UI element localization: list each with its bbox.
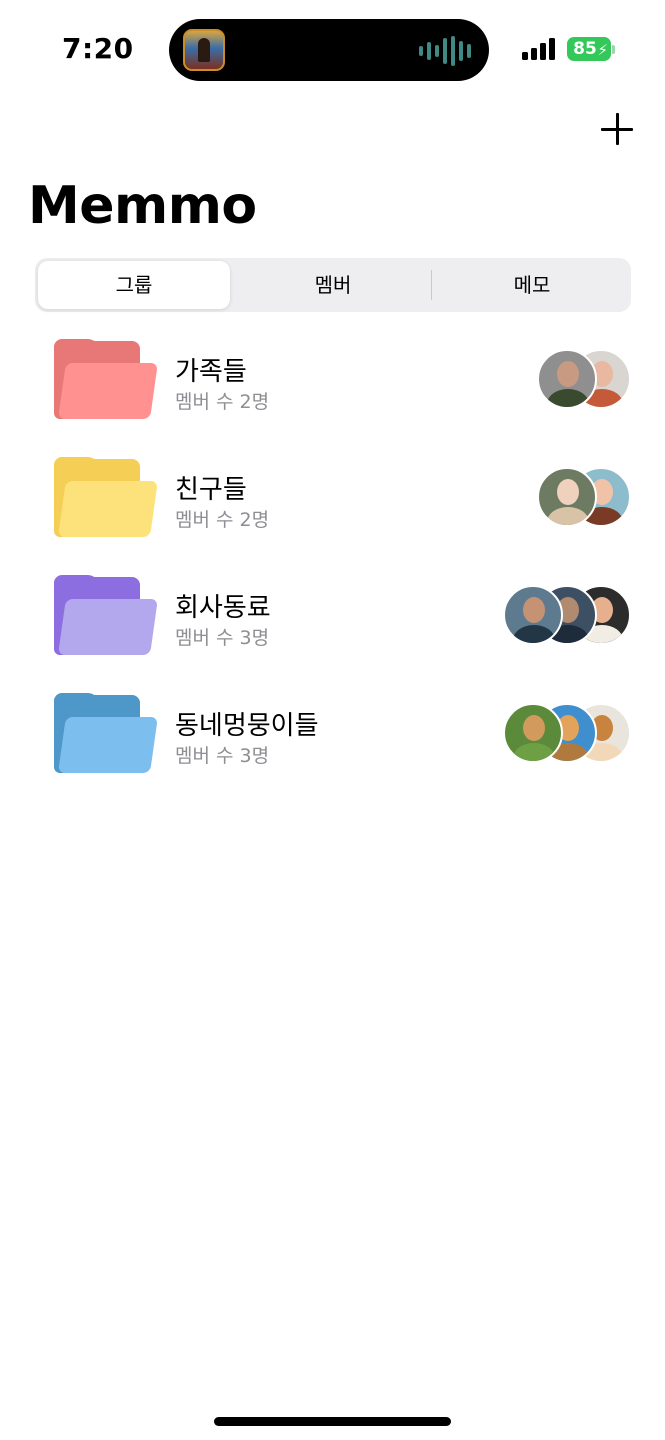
avatar bbox=[537, 467, 597, 527]
folder-icon bbox=[54, 457, 158, 539]
status-time: 7:20 bbox=[62, 32, 134, 65]
group-name: 가족들 bbox=[175, 357, 247, 387]
group-member-count: 멤버 수 3명 bbox=[175, 745, 270, 767]
group-member-count: 멤버 수 2명 bbox=[175, 509, 270, 531]
avatar bbox=[537, 349, 597, 409]
folder-icon bbox=[54, 693, 158, 775]
battery-level: 85 bbox=[573, 39, 597, 59]
group-member-count: 멤버 수 3명 bbox=[175, 627, 270, 649]
avatar bbox=[503, 703, 563, 763]
home-indicator bbox=[214, 1417, 451, 1426]
segment-members[interactable]: 멤버 bbox=[237, 261, 429, 309]
member-avatar-stack bbox=[537, 467, 631, 527]
dynamic-island[interactable] bbox=[169, 19, 489, 81]
folder-icon bbox=[54, 575, 158, 657]
folder-icon bbox=[54, 339, 158, 421]
group-row[interactable]: 회사동료멤버 수 3명 bbox=[0, 575, 665, 677]
segment-divider bbox=[431, 270, 432, 300]
member-avatar-stack bbox=[537, 349, 631, 409]
group-member-count: 멤버 수 2명 bbox=[175, 391, 270, 413]
battery-icon: 85 ⚡ bbox=[567, 37, 611, 61]
segment-memos[interactable]: 메모 bbox=[436, 261, 628, 309]
cellular-signal-icon bbox=[522, 38, 555, 60]
group-row[interactable]: 동네멍뭉이들멤버 수 3명 bbox=[0, 693, 665, 795]
segmented-control: 그룹 멤버 메모 bbox=[35, 258, 631, 312]
avatar bbox=[503, 585, 563, 645]
member-avatar-stack bbox=[503, 585, 631, 645]
plus-icon[interactable] bbox=[600, 112, 634, 146]
group-name: 동네멍뭉이들 bbox=[175, 711, 319, 741]
group-row[interactable]: 가족들멤버 수 2명 bbox=[0, 339, 665, 441]
now-playing-artwork bbox=[183, 29, 225, 71]
group-row[interactable]: 친구들멤버 수 2명 bbox=[0, 457, 665, 559]
group-name: 회사동료 bbox=[175, 593, 271, 623]
battery-cap bbox=[612, 45, 615, 54]
segment-groups[interactable]: 그룹 bbox=[38, 261, 230, 309]
page-title: Memmo bbox=[28, 176, 257, 236]
group-name: 친구들 bbox=[175, 475, 247, 505]
audio-waveform-icon bbox=[419, 36, 471, 66]
charging-bolt-icon: ⚡ bbox=[597, 41, 608, 59]
member-avatar-stack bbox=[503, 703, 631, 763]
